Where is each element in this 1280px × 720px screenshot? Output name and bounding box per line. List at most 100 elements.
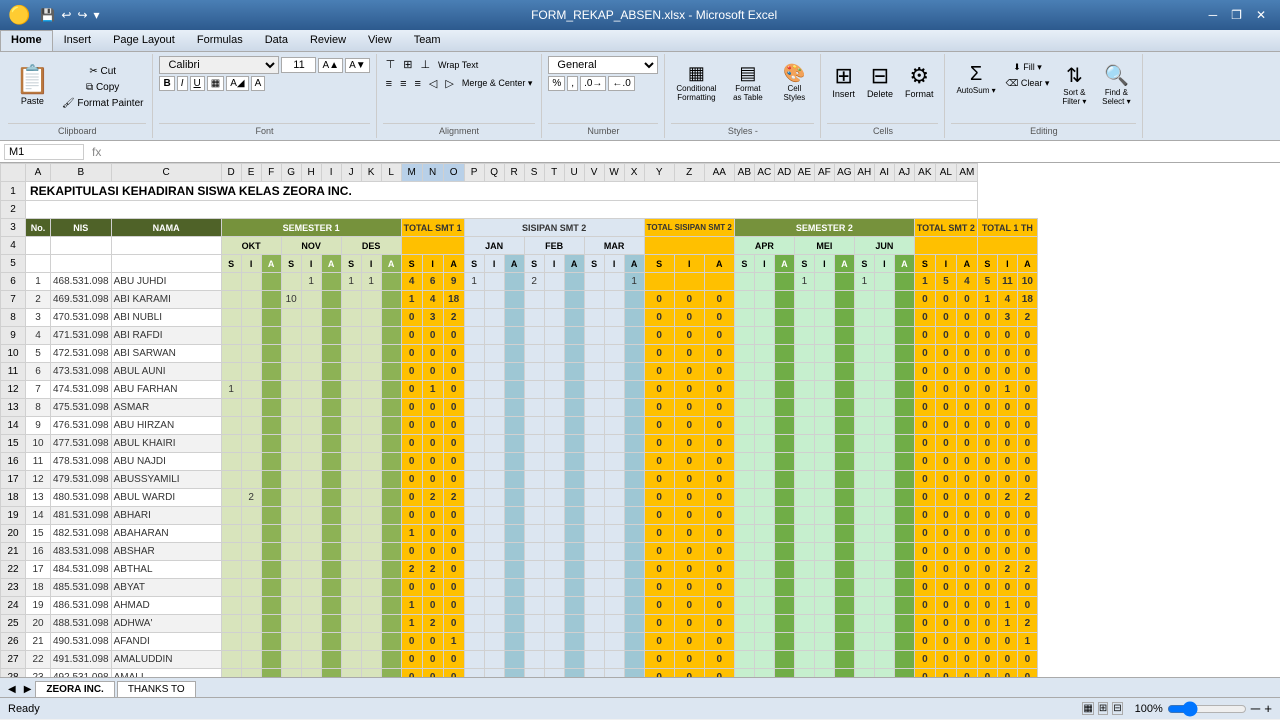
align-center-button[interactable]: ≡	[397, 76, 409, 92]
merge-center-button[interactable]: Merge & Center ▾	[459, 76, 536, 91]
tab-home[interactable]: Home	[0, 30, 53, 51]
col-ai[interactable]: AI	[874, 164, 894, 182]
col-x[interactable]: X	[624, 164, 644, 182]
copy-button[interactable]: ⧉ Copy	[59, 80, 147, 95]
minimize-button[interactable]: ─	[1203, 6, 1224, 24]
page-layout-view-button[interactable]: ⊞	[1098, 702, 1108, 715]
align-bottom-button[interactable]: ⊥	[417, 56, 433, 73]
fill-color-button[interactable]: A◢	[226, 76, 248, 91]
col-t[interactable]: T	[544, 164, 564, 182]
tab-formulas[interactable]: Formulas	[186, 30, 254, 51]
bold-button[interactable]: B	[159, 76, 174, 91]
col-j[interactable]: J	[341, 164, 361, 182]
col-ag[interactable]: AG	[834, 164, 854, 182]
col-m[interactable]: M	[401, 164, 422, 182]
indent-decrease-button[interactable]: ◁	[426, 75, 440, 92]
undo-button[interactable]: ↩	[59, 7, 73, 23]
col-aj[interactable]: AJ	[894, 164, 914, 182]
percent-button[interactable]: %	[548, 76, 565, 91]
maximize-button[interactable]: ❐	[1225, 6, 1248, 24]
font-color-button[interactable]: A	[251, 76, 266, 91]
sort-filter-button[interactable]: ⇅ Sort &Filter ▾	[1054, 60, 1094, 109]
col-p[interactable]: P	[464, 164, 484, 182]
conditional-formatting-button[interactable]: ▦ ConditionalFormatting	[671, 60, 721, 105]
zoom-in-button[interactable]: +	[1264, 701, 1272, 716]
col-aa[interactable]: AA	[704, 164, 734, 182]
underline-button[interactable]: U	[190, 76, 205, 91]
align-middle-button[interactable]: ⊞	[400, 56, 415, 73]
col-i[interactable]: I	[321, 164, 341, 182]
tab-data[interactable]: Data	[254, 30, 299, 51]
redo-button[interactable]: ↪	[75, 7, 89, 23]
normal-view-button[interactable]: ▦	[1082, 702, 1093, 715]
formula-input[interactable]	[109, 146, 1276, 158]
col-g[interactable]: G	[281, 164, 301, 182]
format-painter-button[interactable]: 🖌 Format Painter	[59, 96, 147, 111]
sheet-tab-zeora[interactable]: ZEORA INC.	[35, 681, 114, 697]
col-q[interactable]: Q	[484, 164, 504, 182]
font-size-decrease[interactable]: A▼	[345, 58, 370, 73]
col-v[interactable]: V	[584, 164, 604, 182]
col-u[interactable]: U	[564, 164, 584, 182]
zoom-slider[interactable]	[1167, 701, 1247, 717]
tab-page-layout[interactable]: Page Layout	[102, 30, 186, 51]
col-ad[interactable]: AD	[774, 164, 794, 182]
decrease-decimal-button[interactable]: ←.0	[608, 76, 634, 91]
col-z[interactable]: Z	[674, 164, 704, 182]
sheet-nav-right[interactable]: ▶	[20, 682, 36, 697]
align-top-button[interactable]: ⊤	[383, 56, 399, 73]
sheet-tab-thanks[interactable]: THANKS TO	[117, 681, 196, 697]
col-r[interactable]: R	[504, 164, 524, 182]
tab-review[interactable]: Review	[299, 30, 357, 51]
increase-decimal-button[interactable]: .0→	[580, 76, 606, 91]
col-e[interactable]: E	[241, 164, 261, 182]
font-name-select[interactable]: Calibri	[159, 56, 279, 74]
insert-cells-button[interactable]: ⊞ Insert	[827, 60, 860, 102]
fill-button[interactable]: ⬇ Fill ▾	[1003, 60, 1053, 75]
find-select-button[interactable]: 🔍 Find &Select ▾	[1096, 60, 1136, 109]
col-al[interactable]: AL	[935, 164, 956, 182]
name-box[interactable]	[4, 144, 84, 160]
col-k[interactable]: K	[361, 164, 381, 182]
col-y[interactable]: Y	[644, 164, 674, 182]
number-format-select[interactable]: General	[548, 56, 658, 74]
align-right-button[interactable]: ≡	[411, 76, 423, 92]
col-ab[interactable]: AB	[734, 164, 754, 182]
col-c[interactable]: C	[111, 164, 221, 182]
format-cells-button[interactable]: ⚙ Format	[900, 60, 939, 102]
sheet-nav-left[interactable]: ◀	[4, 682, 20, 697]
delete-cells-button[interactable]: ⊟ Delete	[862, 60, 898, 102]
autosum-button[interactable]: Σ AutoSum ▾	[951, 60, 1000, 109]
comma-button[interactable]: ,	[567, 76, 578, 91]
col-a[interactable]: A	[26, 164, 51, 182]
spreadsheet-title[interactable]: REKAPITULASI KEHADIRAN SISWA KELAS ZEORA…	[26, 182, 978, 201]
col-b[interactable]: B	[51, 164, 112, 182]
paste-button[interactable]: 📋 Paste	[8, 60, 57, 109]
col-w[interactable]: W	[604, 164, 624, 182]
italic-button[interactable]: I	[177, 76, 188, 91]
font-size-input[interactable]	[281, 57, 316, 73]
font-size-increase[interactable]: A▲	[318, 58, 343, 73]
clear-button[interactable]: ⌫ Clear ▾	[1003, 76, 1053, 91]
col-d[interactable]: D	[221, 164, 241, 182]
save-button[interactable]: 💾	[38, 7, 57, 23]
align-left-button[interactable]: ≡	[383, 76, 395, 92]
customize-button[interactable]: ▾	[92, 7, 102, 23]
col-ac[interactable]: AC	[754, 164, 774, 182]
col-ak[interactable]: AK	[914, 164, 935, 182]
border-button[interactable]: ▦	[207, 76, 224, 91]
col-f[interactable]: F	[261, 164, 281, 182]
close-button[interactable]: ✕	[1250, 6, 1272, 24]
col-o[interactable]: O	[443, 164, 464, 182]
col-s[interactable]: S	[524, 164, 544, 182]
tab-insert[interactable]: Insert	[53, 30, 103, 51]
tab-team[interactable]: Team	[403, 30, 452, 51]
indent-increase-button[interactable]: ▷	[442, 75, 456, 92]
cell-styles-button[interactable]: 🎨 CellStyles	[774, 60, 814, 105]
col-n[interactable]: N	[422, 164, 443, 182]
col-h[interactable]: H	[301, 164, 321, 182]
page-break-view-button[interactable]: ⊟	[1112, 702, 1122, 715]
col-l[interactable]: L	[381, 164, 401, 182]
col-ae[interactable]: AE	[794, 164, 814, 182]
grid-scroll-area[interactable]: A B C D E F G H I J K L M N O P Q	[0, 163, 1280, 677]
